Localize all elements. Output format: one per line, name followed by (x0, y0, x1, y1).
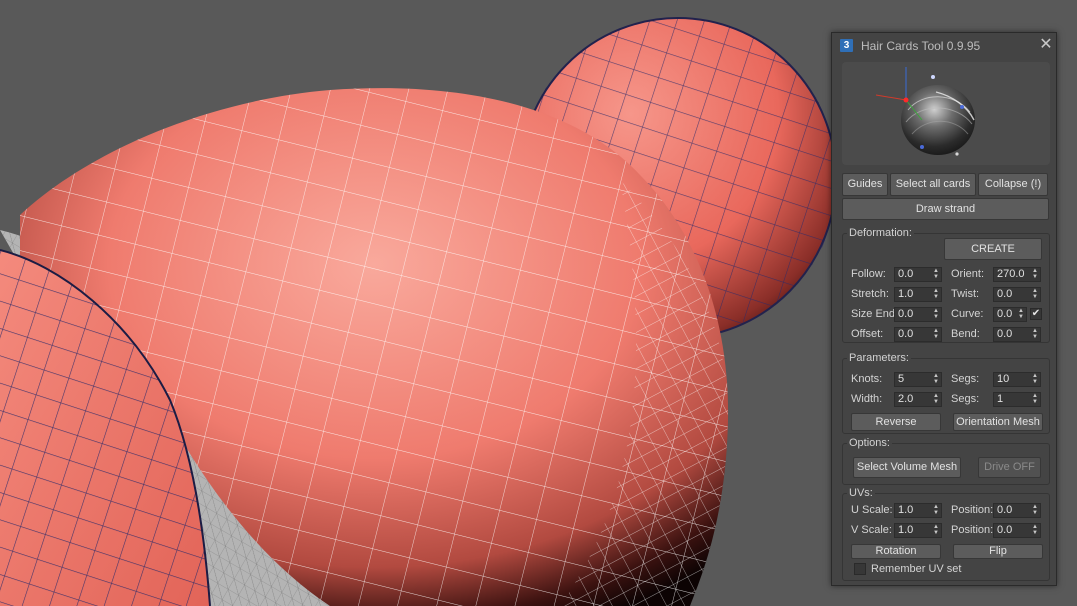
v-scale-value: 1.0 (898, 524, 914, 536)
offset-label: Offset: (851, 328, 884, 340)
curve-label: Curve: (951, 308, 984, 320)
stretch-spinner[interactable]: 1.0 ▲ ▼ (894, 287, 942, 302)
width-spinner[interactable]: 2.0 ▲ ▼ (894, 392, 942, 407)
v-position-spinner[interactable]: 0.0 ▲ ▼ (993, 523, 1041, 538)
size-end-label: Size End (851, 308, 896, 320)
guides-button[interactable]: Guides (842, 173, 888, 196)
stretch-value: 1.0 (898, 288, 914, 300)
spinner-arrows-icon[interactable]: ▲ ▼ (1018, 308, 1024, 321)
options-group: Options: Select Volume Mesh Drive OFF (842, 437, 1050, 485)
drive-off-button[interactable]: Drive OFF (978, 457, 1041, 478)
spinner-arrows-icon[interactable]: ▲ ▼ (1032, 524, 1038, 537)
u-position-spinner[interactable]: 0.0 ▲ ▼ (993, 503, 1041, 518)
spinner-arrows-icon[interactable]: ▲ ▼ (1032, 504, 1038, 517)
spinner-arrows-icon[interactable]: ▲ ▼ (933, 504, 939, 517)
uvs-group: UVs: U Scale: 1.0 ▲ ▼ Position: 0.0 ▲ ▼ V … (842, 487, 1050, 581)
remember-uv-label: Remember UV set (871, 563, 962, 575)
size-end-spinner[interactable]: 0.0 ▲ ▼ (894, 307, 942, 322)
spinner-arrows-icon[interactable]: ▲ ▼ (1032, 268, 1038, 281)
deformation-title: Deformation: (847, 227, 914, 240)
knots-value: 5 (898, 373, 905, 385)
orient-spinner[interactable]: 270.0 ▲ ▼ (993, 267, 1041, 282)
knots-label: Knots: (851, 373, 883, 385)
segs-spinner[interactable]: 10 ▲ ▼ (993, 372, 1041, 387)
twist-label: Twist: (951, 288, 980, 300)
close-icon[interactable]: ✕ (1038, 36, 1054, 54)
create-button[interactable]: CREATE (944, 238, 1042, 260)
spinner-arrows-icon[interactable]: ▲ ▼ (933, 524, 939, 537)
orientation-mesh-button[interactable]: Orientation Mesh (953, 413, 1043, 431)
flip-button[interactable]: Flip (953, 544, 1043, 559)
spinner-arrows-icon[interactable]: ▲ ▼ (1032, 288, 1038, 301)
options-title: Options: (847, 437, 892, 450)
spinner-arrows-icon[interactable]: ▲ ▼ (1032, 373, 1038, 386)
spinner-arrows-icon[interactable]: ▲ ▼ (933, 328, 939, 341)
knots-spinner[interactable]: 5 ▲ ▼ (894, 372, 942, 387)
parameters-group: Parameters: Knots: 5 ▲ ▼ Segs: 10 ▲ ▼ Widt… (842, 352, 1050, 434)
orient-label: Orient: (951, 268, 985, 280)
orient-value: 270.0 (997, 268, 1025, 280)
segs-spinner-2[interactable]: 1 ▲ ▼ (993, 392, 1041, 407)
v-position-value: 0.0 (997, 524, 1013, 536)
u-scale-spinner[interactable]: 1.0 ▲ ▼ (894, 503, 942, 518)
reverse-button[interactable]: Reverse (851, 413, 941, 431)
curve-checkbox[interactable]: ✔ (1030, 308, 1042, 320)
offset-spinner[interactable]: 0.0 ▲ ▼ (894, 327, 942, 342)
curve-value: 0.0 (997, 308, 1013, 320)
bend-label: Bend: (951, 328, 980, 340)
rotation-button[interactable]: Rotation (851, 544, 941, 559)
parameters-title: Parameters: (847, 352, 911, 365)
segs-label: Segs: (951, 373, 980, 385)
spinner-arrows-icon[interactable]: ▲ ▼ (933, 373, 939, 386)
v-position-label: Position: (951, 524, 994, 536)
spinner-arrows-icon[interactable]: ▲ ▼ (933, 308, 939, 321)
width-label: Width: (851, 393, 883, 405)
bend-spinner[interactable]: 0.0 ▲ ▼ (993, 327, 1041, 342)
collapse-button[interactable]: Collapse (!) (978, 173, 1048, 196)
u-scale-label: U Scale: (851, 504, 893, 516)
follow-value: 0.0 (898, 268, 914, 280)
preview-render (842, 62, 1050, 165)
spinner-arrows-icon[interactable]: ▲ ▼ (933, 288, 939, 301)
hair-cards-tool-panel: 3 Hair Cards Tool 0.9.95 ✕ Guides Select… (831, 32, 1057, 586)
select-all-cards-button[interactable]: Select all cards (890, 173, 976, 196)
u-position-value: 0.0 (997, 504, 1013, 516)
v-scale-spinner[interactable]: 1.0 ▲ ▼ (894, 523, 942, 538)
segs-value-2: 1 (997, 393, 1004, 405)
title-bar[interactable]: 3 Hair Cards Tool 0.9.95 ✕ (832, 33, 1056, 59)
select-volume-mesh-button[interactable]: Select Volume Mesh (853, 457, 961, 478)
segs-label-2: Segs: (951, 393, 980, 405)
curve-spinner[interactable]: 0.0 ▲ ▼ (993, 307, 1027, 322)
bend-value: 0.0 (997, 328, 1013, 340)
u-scale-value: 1.0 (898, 504, 914, 516)
twist-spinner[interactable]: 0.0 ▲ ▼ (993, 287, 1041, 302)
deformation-group: Deformation: CREATE Follow: 0.0 ▲ ▼ Orien… (842, 227, 1050, 343)
uvs-title: UVs: (847, 487, 875, 500)
spinner-arrows-icon[interactable]: ▲ ▼ (933, 393, 939, 406)
follow-spinner[interactable]: 0.0 ▲ ▼ (894, 267, 942, 282)
preview-viewport[interactable] (842, 62, 1050, 165)
spinner-arrows-icon[interactable]: ▲ ▼ (933, 268, 939, 281)
width-value: 2.0 (898, 393, 914, 405)
offset-value: 0.0 (898, 328, 914, 340)
v-scale-label: V Scale: (851, 524, 892, 536)
app-icon: 3 (840, 39, 853, 52)
follow-label: Follow: (851, 268, 886, 280)
segs-value: 10 (997, 373, 1010, 385)
twist-value: 0.0 (997, 288, 1013, 300)
spinner-arrows-icon[interactable]: ▲ ▼ (1032, 393, 1038, 406)
size-end-value: 0.0 (898, 308, 914, 320)
stretch-label: Stretch: (851, 288, 889, 300)
window-title: Hair Cards Tool 0.9.95 (861, 39, 981, 53)
remember-uv-checkbox[interactable] (854, 563, 866, 575)
spinner-arrows-icon[interactable]: ▲ ▼ (1032, 328, 1038, 341)
draw-strand-button[interactable]: Draw strand (842, 198, 1049, 220)
u-position-label: Position: (951, 504, 994, 516)
